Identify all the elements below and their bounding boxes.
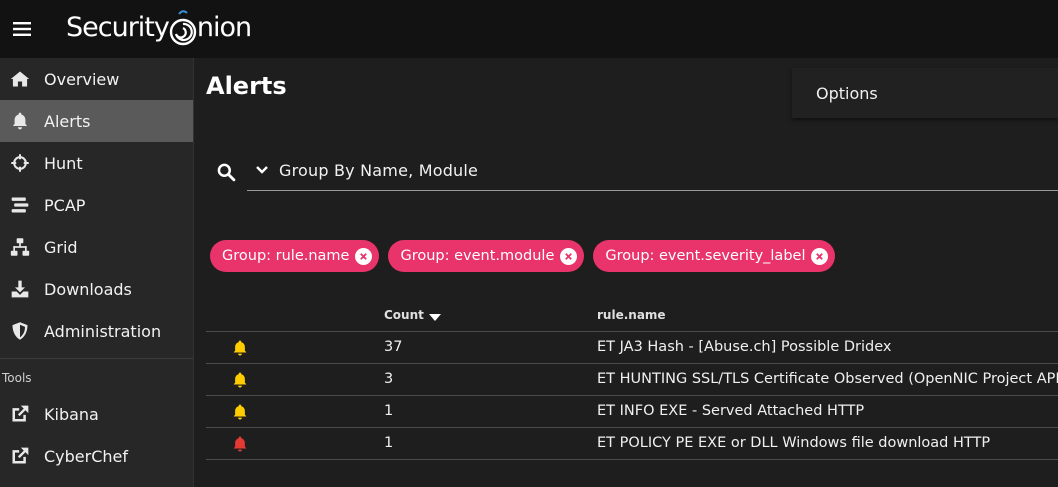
bell-icon[interactable] xyxy=(231,339,249,357)
alert-count: 1 xyxy=(384,435,394,451)
sidebar-item-grid[interactable]: Grid xyxy=(0,226,193,268)
sidebar-item-label: Hunt xyxy=(44,153,83,173)
sidebar-item-label: Alerts xyxy=(44,111,91,131)
rule-name-column-header[interactable]: rule.name xyxy=(597,308,666,322)
options-expander[interactable]: Options xyxy=(792,68,1058,118)
count-column-header[interactable]: Count xyxy=(384,308,441,322)
sidebar-item-label: PCAP xyxy=(44,195,86,215)
page-title: Alerts xyxy=(206,72,287,100)
chevron-down-icon[interactable] xyxy=(250,158,274,182)
bell-icon[interactable] xyxy=(231,371,249,389)
table-row[interactable]: 37 ET JA3 Hash - [Abuse.ch] Possible Dri… xyxy=(206,332,1058,364)
close-icon[interactable] xyxy=(811,247,829,265)
sidebar-item-pcap[interactable]: PCAP xyxy=(0,184,193,226)
external-link-icon xyxy=(9,403,31,425)
group-chip[interactable]: Group: rule.name xyxy=(210,240,380,272)
table-row[interactable]: 1 ET INFO EXE - Served Attached HTTP xyxy=(206,396,1058,428)
sidebar-item-label: Kibana xyxy=(44,404,99,424)
alert-count: 1 xyxy=(384,403,394,419)
alert-rule-name: ET POLICY PE EXE or DLL Windows file dow… xyxy=(597,435,991,451)
sidebar-item-administration[interactable]: Administration xyxy=(0,310,193,352)
shield-icon xyxy=(9,320,31,342)
sidebar-item-label: Administration xyxy=(44,321,162,341)
download-icon xyxy=(9,278,31,300)
sidebar-item-label: Overview xyxy=(44,69,120,89)
bell-icon xyxy=(9,110,31,132)
sidebar-item-cyberchef[interactable]: CyberChef xyxy=(0,435,193,477)
query-bar: Group By Name, Module xyxy=(206,150,1058,192)
alert-count: 3 xyxy=(384,371,394,387)
group-chip[interactable]: Group: event.module xyxy=(388,240,585,272)
sidebar-item-hunt[interactable]: Hunt xyxy=(0,142,193,184)
tools-section-label: Tools xyxy=(2,371,32,385)
sidebar-item-downloads[interactable]: Downloads xyxy=(0,268,193,310)
sidebar-item-alerts[interactable]: Alerts xyxy=(0,100,193,142)
count-header-label: Count xyxy=(384,308,424,322)
stream-icon xyxy=(9,194,31,216)
onion-logo-icon xyxy=(169,10,197,46)
crosshairs-icon xyxy=(9,152,31,174)
group-chips: Group: rule.name Group: event.module Gro… xyxy=(210,240,844,272)
query-select[interactable]: Group By Name, Module xyxy=(247,150,1058,191)
bell-icon[interactable] xyxy=(231,435,249,453)
chip-label: Group: event.severity_label xyxy=(605,248,806,264)
chip-label: Group: event.module xyxy=(400,248,555,264)
alert-rule-name: ET INFO EXE - Served Attached HTTP xyxy=(597,403,865,419)
sidebar-item-overview[interactable]: Overview xyxy=(0,58,193,100)
search-icon[interactable] xyxy=(216,162,236,182)
sidebar: Overview Alerts Hunt PCAP Grid Downloads xyxy=(0,58,194,487)
table-row[interactable]: 1 ET POLICY PE EXE or DLL Windows file d… xyxy=(206,428,1058,460)
external-link-icon xyxy=(9,445,31,467)
top-app-bar: Security nion xyxy=(0,0,1058,58)
group-chip[interactable]: Group: event.severity_label xyxy=(593,240,836,272)
table-header: Count rule.name xyxy=(206,300,1058,332)
sidebar-item-label: Downloads xyxy=(44,279,132,299)
alerts-table: Count rule.name 37 ET JA3 Hash - [Abuse.… xyxy=(206,300,1058,460)
logo-text-nion: nion xyxy=(196,12,252,43)
table-row[interactable]: 3 ET HUNTING SSL/TLS Certificate Observe… xyxy=(206,364,1058,396)
options-label: Options xyxy=(816,83,878,103)
security-onion-logo[interactable]: Security nion xyxy=(66,8,252,48)
close-icon[interactable] xyxy=(355,247,373,265)
menu-icon[interactable] xyxy=(0,0,44,58)
chip-label: Group: rule.name xyxy=(222,248,350,264)
alert-count: 37 xyxy=(384,339,403,355)
sitemap-icon xyxy=(9,236,31,258)
bell-icon[interactable] xyxy=(231,403,249,421)
home-icon xyxy=(9,68,31,90)
alert-rule-name: ET HUNTING SSL/TLS Certificate Observed … xyxy=(597,371,1058,387)
close-icon[interactable] xyxy=(560,247,578,265)
sort-desc-icon xyxy=(428,314,441,321)
query-value: Group By Name, Module xyxy=(279,160,479,180)
alert-rule-name: ET JA3 Hash - [Abuse.ch] Possible Dridex xyxy=(597,339,892,355)
logo-text-security: Security xyxy=(66,12,170,43)
sidebar-item-kibana[interactable]: Kibana xyxy=(0,393,193,435)
sidebar-item-label: Grid xyxy=(44,237,78,257)
sidebar-item-label: CyberChef xyxy=(44,446,129,466)
